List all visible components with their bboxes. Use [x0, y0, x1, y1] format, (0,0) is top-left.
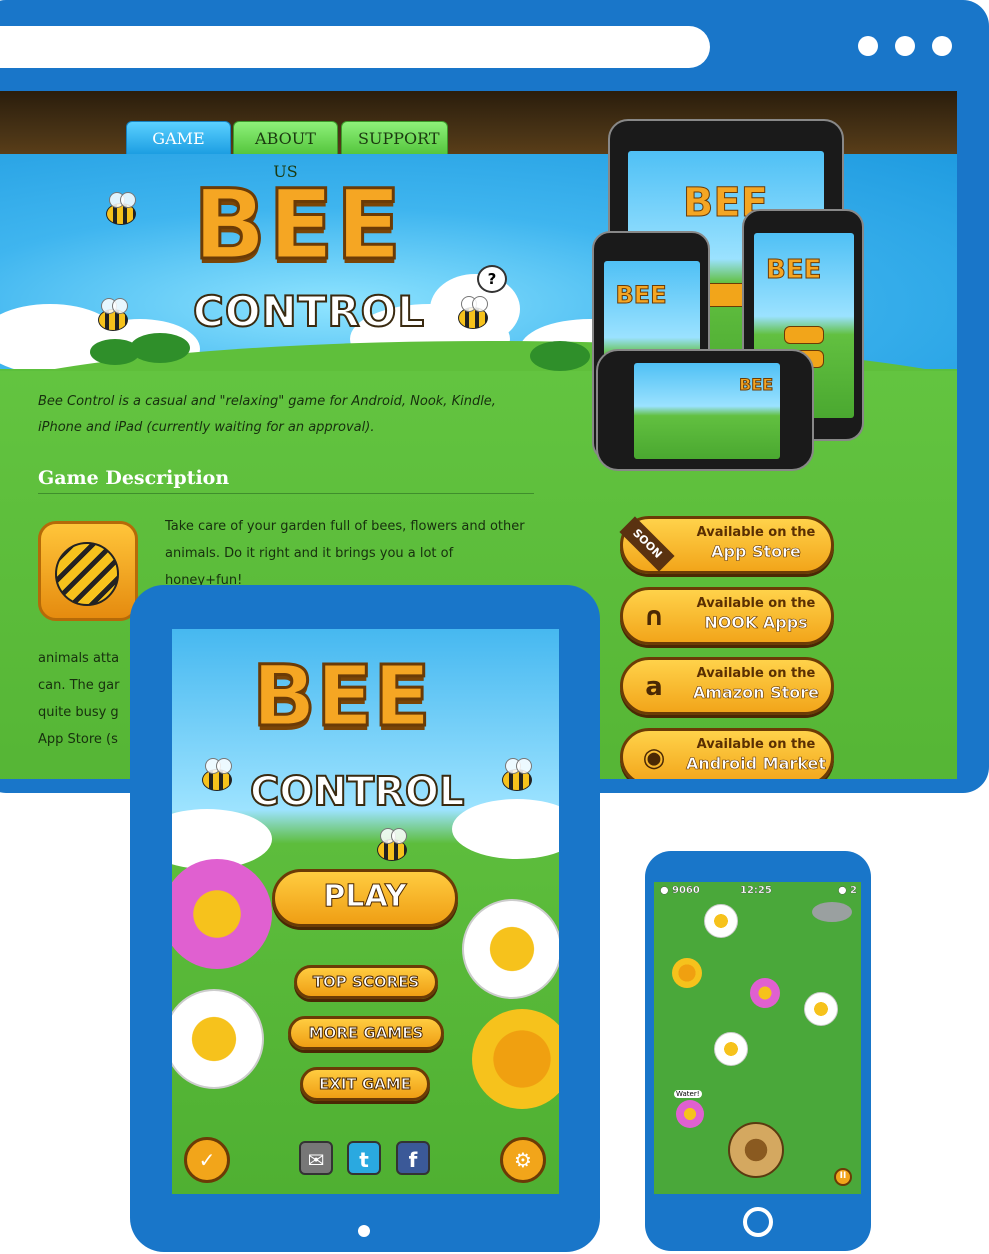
bee-illustration: [202, 758, 232, 791]
badge-line2: NOOK Apps: [704, 613, 808, 633]
badge-line1: Available on the: [696, 596, 816, 611]
window-control-dot[interactable]: [895, 36, 915, 56]
bee-illustration: [98, 298, 128, 331]
window-control-dot[interactable]: [858, 36, 878, 56]
daisy-illustration: [804, 992, 838, 1026]
top-scores-button[interactable]: TOP SCORES: [294, 965, 438, 999]
bee-icon: [55, 542, 119, 606]
badge-line1: Available on the: [696, 525, 816, 540]
facebook-icon[interactable]: f: [396, 1141, 430, 1175]
iphone-landscape-mockup: BEE: [596, 349, 814, 471]
coin-icon: ●: [660, 885, 669, 896]
tablet-home-dot[interactable]: [358, 1225, 370, 1237]
nook-apps-badge[interactable]: ∩ Available on the NOOK Apps: [620, 587, 834, 645]
timer: 12:25: [740, 885, 772, 896]
tab-support[interactable]: SUPPORT: [341, 121, 448, 154]
exit-game-button[interactable]: EXIT GAME: [300, 1067, 430, 1101]
daisy-illustration: [172, 989, 264, 1089]
tab-about-us[interactable]: ABOUT US: [233, 121, 338, 181]
badge-line1: Available on the: [696, 737, 816, 752]
phone-frame: ● 9060 12:25 ● 2 Water! II: [645, 851, 871, 1251]
openfeint-icon[interactable]: ✓: [184, 1137, 230, 1183]
email-icon[interactable]: ✉: [299, 1141, 333, 1175]
daisy-illustration: [714, 1032, 748, 1066]
tablet-logo-bee: BEE: [251, 646, 433, 747]
tablet-frame: BEE CONTROL PLAY TOP SCORES MORE GAMES E…: [130, 585, 600, 1252]
app-store-badge[interactable]: SOON Available on the App Store: [619, 516, 834, 574]
play-button[interactable]: PLAY: [272, 869, 458, 927]
sunflower-illustration: [472, 1009, 559, 1109]
mockup-logo: BEE: [765, 255, 822, 286]
address-bar[interactable]: [0, 26, 710, 68]
twitter-icon[interactable]: t: [347, 1141, 381, 1175]
phone-screen: ● 9060 12:25 ● 2 Water! II: [654, 882, 861, 1194]
amazon-icon: a: [645, 672, 663, 702]
bee-icon: ●: [838, 885, 847, 896]
mockup-logo: BEE: [739, 374, 774, 394]
speech-bubble: Water!: [674, 1090, 702, 1098]
beehive-illustration: [728, 1122, 784, 1178]
question-bubble: ?: [477, 265, 507, 293]
nook-icon: ∩: [643, 602, 665, 632]
lives-counter: 2: [850, 885, 857, 896]
tablet-logo-control: CONTROL: [249, 768, 465, 816]
pink-flower-illustration: [750, 978, 780, 1008]
bee-illustration: [106, 192, 136, 225]
bee-illustration: [458, 296, 488, 329]
badge-line2: App Store: [711, 542, 801, 562]
window-control-dot[interactable]: [932, 36, 952, 56]
soon-ribbon: SOON: [619, 516, 675, 572]
intro-text: Bee Control is a casual and "relaxing" g…: [38, 394, 496, 435]
mockup-logo: BEE: [615, 281, 667, 310]
more-games-button[interactable]: MORE GAMES: [288, 1016, 444, 1050]
bee-illustration: [377, 828, 407, 861]
daisy-illustration: [462, 899, 559, 999]
app-icon: [38, 521, 138, 621]
android-market-badge[interactable]: ◉ Available on the Android Market: [620, 728, 834, 779]
phone-home-button[interactable]: [743, 1207, 773, 1237]
android-icon: ◉: [642, 743, 666, 773]
pink-flower-illustration: [172, 859, 272, 969]
badge-line1: Available on the: [696, 666, 816, 681]
rock-illustration: [812, 902, 852, 922]
pause-icon[interactable]: II: [834, 1168, 852, 1186]
logo-control: CONTROL: [192, 286, 426, 337]
tablet-screen: BEE CONTROL PLAY TOP SCORES MORE GAMES E…: [172, 629, 559, 1194]
logo-bee: BEE: [191, 168, 404, 283]
daisy-illustration: [704, 904, 738, 938]
pink-flower-illustration: [676, 1100, 704, 1128]
sunflower-illustration: [672, 958, 702, 988]
section-title: Game Description: [38, 467, 534, 494]
description-paragraph: Take care of your garden full of bees, f…: [165, 519, 525, 588]
tab-game[interactable]: GAME: [126, 121, 231, 154]
badge-line2: Amazon Store: [692, 683, 820, 703]
settings-gear-icon[interactable]: ⚙: [500, 1137, 546, 1183]
score-counter: 9060: [672, 885, 700, 896]
bee-illustration: [502, 758, 532, 791]
badge-line2: Android Market: [686, 754, 827, 774]
amazon-store-badge[interactable]: a Available on the Amazon Store: [620, 657, 834, 715]
